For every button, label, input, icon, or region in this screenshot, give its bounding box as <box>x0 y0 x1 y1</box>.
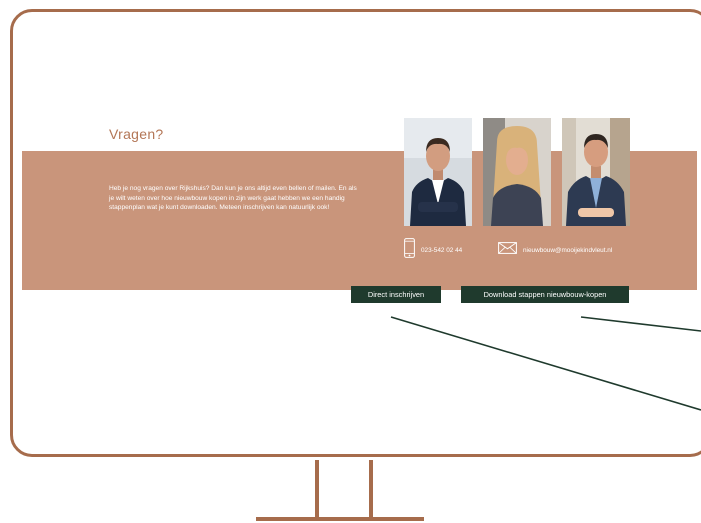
pointer-lines <box>390 316 701 411</box>
